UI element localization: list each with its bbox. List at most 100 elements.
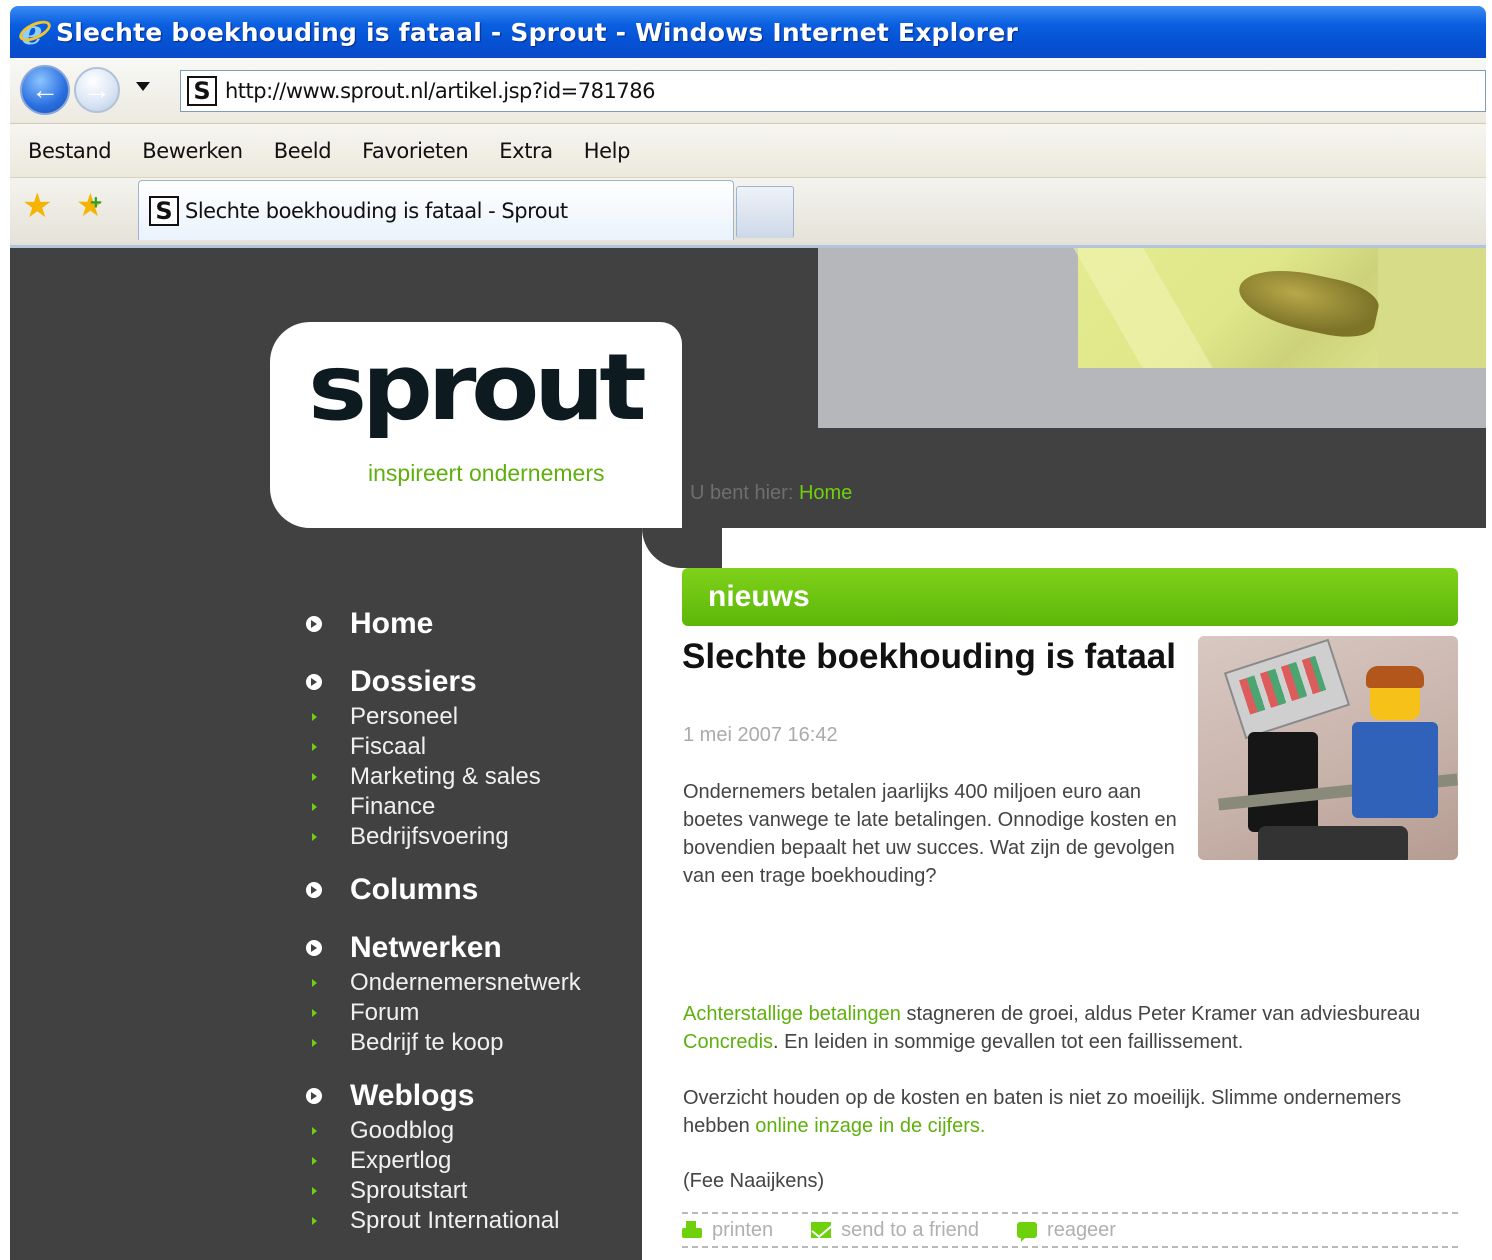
breadcrumb: U bent hier: Home [690,482,852,505]
envelope-icon [811,1222,832,1238]
site-logo[interactable]: sprout inspireert ondernemers [270,322,682,528]
send-label: send to a friend [841,1218,980,1241]
link-online-inzage[interactable]: online inzage in de cijfers [755,1115,980,1137]
bullet-icon [306,674,322,690]
send-to-friend-button[interactable]: send to a friend [811,1219,979,1242]
web-page: sprout inspireert ondernemers U bent hie… [10,248,1486,1260]
nav-subitem-forum[interactable]: Forum [306,998,581,1028]
tab-active[interactable]: S Slechte boekhouding is fataal - Sprout [138,180,734,240]
address-input[interactable]: S http://www.sprout.nl/artikel.jsp?id=78… [180,70,1486,112]
nav-subitem-finance[interactable]: Finance [306,792,581,822]
arrow-right-icon: → [83,74,111,105]
nav-subitem-label: Sproutstart [350,1177,468,1204]
arrow-right-icon [312,1187,317,1195]
arrow-left-icon: ← [31,74,59,105]
nav-item-dossiers[interactable]: Dossiers [306,662,581,702]
nav-item-netwerken[interactable]: Netwerken [306,928,581,968]
window-title: Slechte boekhouding is fataal - Sprout -… [56,17,1019,47]
nav-item-weblogs[interactable]: Weblogs [306,1076,581,1116]
menu-item-bewerken[interactable]: Bewerken [142,139,243,163]
nav-subitem-bedrijfsvoering[interactable]: Bedrijfsvoering [306,822,581,852]
comment-button[interactable]: reageer [1017,1219,1116,1242]
printer-icon [682,1221,702,1238]
menu-item-favorieten[interactable]: Favorieten [362,139,469,163]
address-url[interactable]: http://www.sprout.nl/artikel.jsp?id=7817… [225,79,655,103]
arrow-right-icon [312,803,317,811]
article-photo [1198,636,1458,860]
article-date: 1 mei 2007 16:42 [683,724,838,746]
section-title: nieuws [708,580,810,613]
forward-button[interactable]: → [74,67,120,113]
article-intro: Ondernemers betalen jaarlijks 400 miljoe… [683,781,1177,887]
nav-item-columns[interactable]: Columns [306,870,581,910]
menu-bar: Bestand Bewerken Beeld Favorieten Extra … [10,124,1486,178]
link-concredis[interactable]: Concredis [683,1031,773,1053]
menu-item-bestand[interactable]: Bestand [28,139,112,163]
nav-subitem-label: Bedrijf te koop [350,1029,504,1056]
arrow-right-icon [312,979,317,987]
add-favorite-icon[interactable]: ★ + [76,186,105,224]
menu-item-help[interactable]: Help [584,139,631,163]
arrow-right-icon [312,773,317,781]
nav-item-label: Columns [350,873,479,906]
menu-item-beeld[interactable]: Beeld [274,139,332,163]
site-favicon-icon: S [187,76,217,106]
nav-subitem-goodblog[interactable]: Goodblog [306,1116,581,1146]
arrow-right-icon [312,1039,317,1047]
nav-item-label: Netwerken [350,931,502,964]
breadcrumb-home-link[interactable]: Home [799,482,852,504]
new-tab-button[interactable] [736,186,794,238]
nav-subitem-sprout-international[interactable]: Sprout International [306,1206,581,1236]
print-label: printen [712,1218,774,1241]
tab-title: Slechte boekhouding is fataal - Sprout [185,198,568,223]
banner-photo [1073,248,1486,368]
arrow-right-icon [312,743,317,751]
arrow-right-icon [312,1157,317,1165]
history-dropdown-chevron-icon[interactable] [136,82,150,91]
nav-subitem-label: Goodblog [350,1117,455,1144]
nav-subitem-marketing-sales[interactable]: Marketing & sales [306,762,581,792]
address-toolbar: ← → S http://www.sprout.nl/artikel.jsp?i… [10,58,1486,124]
arrow-right-icon [312,1127,317,1135]
back-button[interactable]: ← [20,65,70,115]
tab-favicon-icon: S [149,195,179,226]
logo-tagline: inspireert ondernemers [368,460,605,486]
nav-subitem-label: Sprout International [350,1207,560,1234]
nav-subitem-label: Ondernemersnetwerk [350,969,581,996]
bullet-icon [306,616,322,632]
bullet-icon [306,882,322,898]
menu-item-extra[interactable]: Extra [499,139,553,163]
article-title: Slechte boekhouding is fataal [682,637,1176,676]
nav-subitem-fiscaal[interactable]: Fiscaal [306,732,581,762]
nav-subitem-ondernemersnetwerk[interactable]: Ondernemersnetwerk [306,968,581,998]
paragraph-text: . En leiden in sommige gevallen tot een … [773,1031,1244,1053]
nav-subitem-label: Marketing & sales [350,763,541,790]
nav-item-label: Dossiers [350,665,477,698]
bullet-icon [306,1088,322,1104]
tab-bar: ★ ★ + S Slechte boekhouding is fataal - S… [10,178,1486,248]
favorites-star-icon[interactable]: ★ [22,186,52,226]
nav-subitem-label: Bedrijfsvoering [350,823,509,850]
nav-item-home[interactable]: Home [306,604,581,644]
nav-item-label: Home [350,607,434,640]
print-button[interactable]: printen [682,1219,773,1242]
paragraph-text: stagneren de groei, aldus Peter Kramer v… [900,1003,1421,1025]
breadcrumb-prefix: U bent hier: [690,482,794,504]
nav-subitem-expertlog[interactable]: Expertlog [306,1146,581,1176]
nav-subitem-label: Personeel [350,703,459,730]
article-paragraph: Overzicht houden op de kosten en baten i… [683,1084,1463,1140]
section-header: nieuws [682,568,1458,626]
bullet-icon [306,940,322,956]
nav-subitem-label: Finance [350,793,436,820]
article-author: (Fee Naaijkens) [683,1170,825,1192]
arrow-right-icon [312,1217,317,1225]
arrow-right-icon [312,713,317,721]
nav-item-label: Weblogs [350,1079,475,1112]
nav-subitem-personeel[interactable]: Personeel [306,702,581,732]
link-achterstallige-betalingen[interactable]: Achterstallige betalingen [683,1003,901,1025]
sidebar-nav: Home Dossiers Personeel Fiscaal Marketin… [306,604,581,1236]
nav-subitem-sproutstart[interactable]: Sproutstart [306,1176,581,1206]
arrow-right-icon [312,1009,317,1017]
article-paragraph: Achterstallige betalingen stagneren de g… [683,1000,1463,1056]
nav-subitem-bedrijf-te-koop[interactable]: Bedrijf te koop [306,1028,581,1058]
